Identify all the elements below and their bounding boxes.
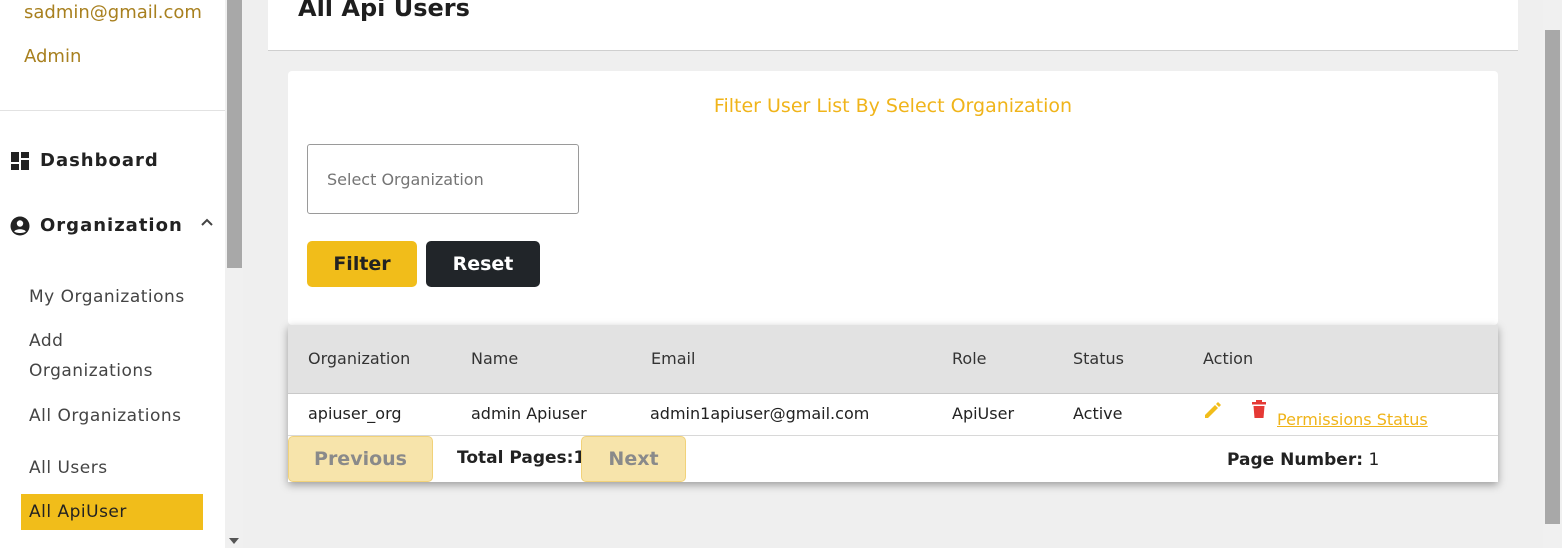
sidebar-item-all-organizations[interactable]: All Organizations <box>29 401 182 431</box>
column-header: Email <box>651 349 696 368</box>
scrollbar-thumb[interactable] <box>1545 30 1560 524</box>
sidebar-item-all-apiuser[interactable]: All ApiUser <box>21 494 203 530</box>
table-header: Organization Name Email Role Status Acti… <box>288 325 1498 394</box>
next-button[interactable]: Next <box>581 436 686 482</box>
sidebar-scrollbar[interactable] <box>225 0 243 548</box>
sidebar: sadmin@gmail.com Admin Dashboard Organiz… <box>0 0 225 548</box>
total-pages: Total Pages:1 <box>457 448 586 468</box>
filter-button[interactable]: Filter <box>307 241 417 287</box>
sidebar-item-dashboard[interactable]: Dashboard <box>10 150 159 171</box>
scroll-down-arrow-icon[interactable] <box>229 538 239 544</box>
column-header: Role <box>952 349 987 368</box>
column-header: Name <box>471 349 519 368</box>
column-header: Organization <box>308 349 411 368</box>
sidebar-item-organization[interactable]: Organization <box>10 215 215 236</box>
cell-organization: apiuser_org <box>308 404 402 423</box>
main-content: All Api Users Filter User List By Select… <box>268 0 1518 510</box>
sidebar-item-label: Organization <box>40 215 183 236</box>
cell-name: admin Apiuser <box>471 404 587 423</box>
account-circle-icon <box>10 216 30 236</box>
filter-heading: Filter User List By Select Organization <box>713 95 1073 117</box>
sidebar-item-all-users[interactable]: All Users <box>29 453 108 483</box>
page-number-label: Page Number: <box>1227 450 1364 470</box>
page-title: All Api Users <box>298 0 470 22</box>
filter-panel: Filter User List By Select Organization … <box>288 71 1498 325</box>
api-users-table: Organization Name Email Role Status Acti… <box>288 325 1498 482</box>
scrollbar-thumb[interactable] <box>227 0 242 268</box>
sidebar-item-label: Organizations <box>29 361 154 381</box>
cell-email: admin1apiuser@gmail.com <box>650 404 870 423</box>
delete-icon[interactable] <box>1250 399 1268 425</box>
sidebar-divider <box>0 110 225 111</box>
dashboard-icon <box>10 151 30 171</box>
column-header: Status <box>1073 349 1124 368</box>
sidebar-item-my-organizations[interactable]: My Organizations <box>29 282 185 312</box>
sidebar-item-label: Dashboard <box>40 150 159 171</box>
permissions-status-link[interactable]: Permissions Status <box>1277 410 1428 429</box>
sidebar-item-label: Add <box>29 331 64 351</box>
page-number: Page Number: 1 <box>1227 450 1379 470</box>
column-header: Action <box>1203 349 1254 368</box>
edit-icon[interactable] <box>1202 399 1224 425</box>
page-number-value: 1 <box>1368 450 1380 470</box>
user-email: sadmin@gmail.com <box>24 2 202 23</box>
chevron-up-icon[interactable] <box>199 215 215 236</box>
table-row: apiuser_org admin Apiuser admin1apiuser@… <box>288 394 1498 436</box>
page-scrollbar[interactable] <box>1543 0 1562 548</box>
cell-role: ApiUser <box>952 404 1015 423</box>
sidebar-item-add-organizations[interactable]: Add Organizations <box>29 326 153 386</box>
previous-button[interactable]: Previous <box>288 436 433 482</box>
sidebar-item-label: All ApiUser <box>29 502 127 522</box>
cell-status: Active <box>1073 404 1123 423</box>
user-role: Admin <box>24 46 82 67</box>
reset-button[interactable]: Reset <box>426 241 540 287</box>
organization-select[interactable] <box>307 144 579 214</box>
